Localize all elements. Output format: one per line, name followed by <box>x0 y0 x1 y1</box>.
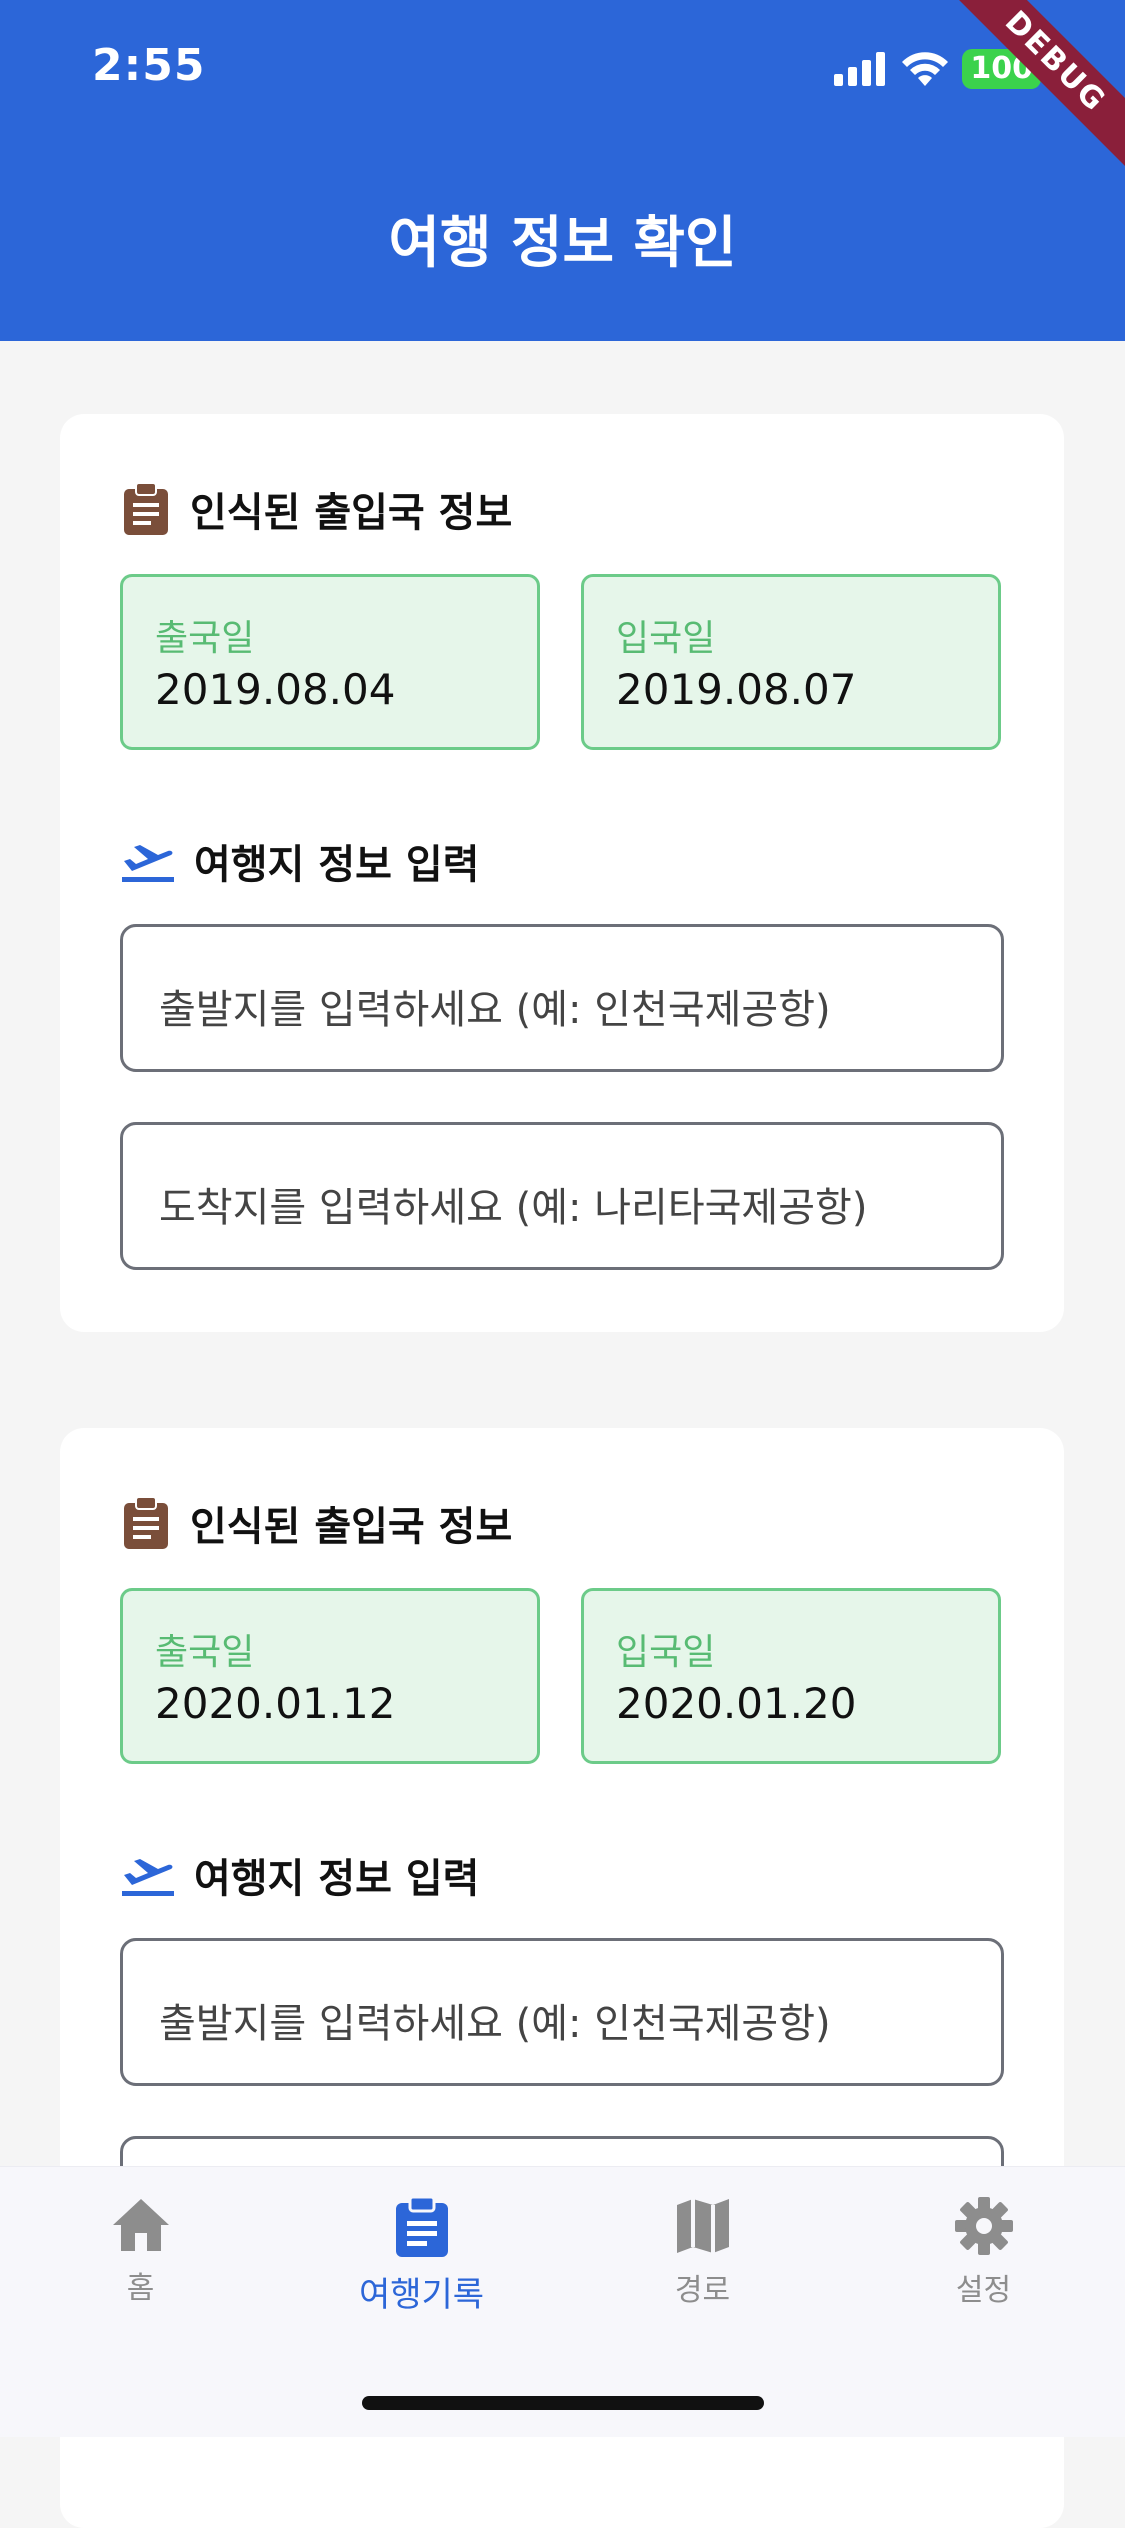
entry-date-box: 입국일 2019.08.07 <box>581 574 1001 750</box>
nav-label-travel-log: 여행기록 <box>358 2275 485 2315</box>
clipboard-icon <box>124 483 168 535</box>
wifi-icon <box>902 52 949 86</box>
map-icon <box>676 2199 729 2253</box>
origin-input-placeholder: 출발지를 입력하세요 (예: 인천국제공항) <box>159 2001 831 2047</box>
origin-input[interactable]: 출발지를 입력하세요 (예: 인천국제공항) <box>120 924 1004 1072</box>
entry-date-value: 2019.08.07 <box>616 665 857 714</box>
origin-input-placeholder: 출발지를 입력하세요 (예: 인천국제공항) <box>159 987 831 1033</box>
destination-input-placeholder: 도착지를 입력하세요 (예: 나리타국제공항) <box>159 1185 868 1231</box>
entry-date-value: 2020.01.20 <box>616 1679 857 1728</box>
destination-section-header: 여행지 정보 입력 <box>122 832 479 890</box>
home-indicator <box>362 2396 764 2410</box>
status-time: 2:55 <box>92 40 206 91</box>
home-icon <box>112 2199 169 2251</box>
recognized-section-header: 인식된 출입국 정보 <box>122 1494 512 1552</box>
nav-label-settings: 설정 <box>955 2273 1012 2308</box>
recognized-section-title: 인식된 출입국 정보 <box>190 490 513 536</box>
departure-date-value: 2019.08.04 <box>155 665 396 714</box>
nav-item-home[interactable]: 홈 <box>0 2197 281 2307</box>
departure-date-box: 출국일 2020.01.12 <box>120 1588 540 1764</box>
recognized-section-header: 인식된 출입국 정보 <box>122 480 512 538</box>
origin-input[interactable]: 출발지를 입력하세요 (예: 인천국제공항) <box>120 1938 1004 2086</box>
flight-takeoff-icon <box>122 845 174 882</box>
clipboard-icon <box>124 1497 168 1549</box>
trip-card: 인식된 출입국 정보 출국일 2019.08.04 입국일 2019.08.07… <box>60 414 1064 1332</box>
departure-date-label: 출국일 <box>155 1632 255 1673</box>
destination-section-title: 여행지 정보 입력 <box>194 842 480 888</box>
nav-label-home: 홈 <box>126 2271 155 2306</box>
nav-label-route: 경로 <box>674 2273 731 2308</box>
nav-item-route[interactable]: 경로 <box>562 2197 843 2309</box>
destination-section-header: 여행지 정보 입력 <box>122 1846 479 1904</box>
entry-date-label: 입국일 <box>616 1632 716 1673</box>
departure-date-box: 출국일 2019.08.04 <box>120 574 540 750</box>
clipboard-icon <box>395 2197 448 2257</box>
signal-icon <box>834 52 886 86</box>
gear-icon <box>954 2197 1013 2255</box>
departure-date-label: 출국일 <box>155 618 255 659</box>
destination-section-title: 여행지 정보 입력 <box>194 1856 480 1902</box>
departure-date-value: 2020.01.12 <box>155 1679 396 1728</box>
recognized-section-title: 인식된 출입국 정보 <box>190 1504 513 1550</box>
nav-item-settings[interactable]: 설정 <box>843 2197 1124 2309</box>
app-bar: 2:55 100 DEBUG 여행 정보 확인 <box>0 0 1125 341</box>
status-icons: 100 <box>834 45 1041 93</box>
page-title: 여행 정보 확인 <box>388 211 737 276</box>
entry-date-label: 입국일 <box>616 618 716 659</box>
destination-input[interactable]: 도착지를 입력하세요 (예: 나리타국제공항) <box>120 1122 1004 1270</box>
flight-takeoff-icon <box>122 1859 174 1896</box>
nav-item-travel-log[interactable]: 여행기록 <box>281 2197 562 2316</box>
entry-date-box: 입국일 2020.01.20 <box>581 1588 1001 1764</box>
